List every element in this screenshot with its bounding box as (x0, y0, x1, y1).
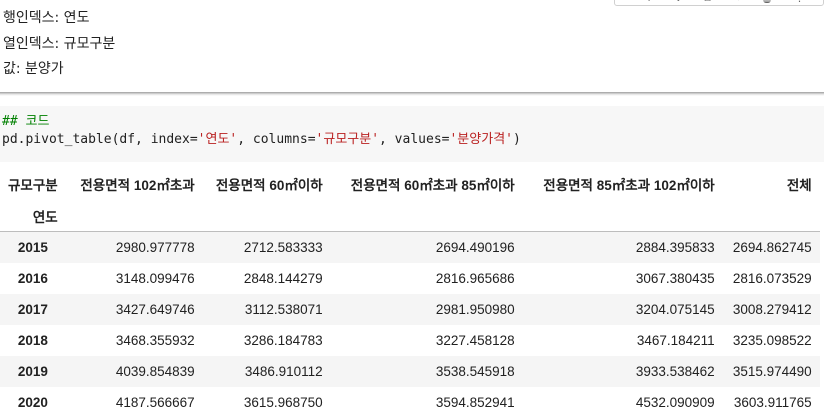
table-row: 2017 3427.649746 3112.538071 2981.950980 320… (0, 294, 820, 325)
row-index-year: 2017 (17, 302, 48, 317)
column-header: 전용면적 102㎡초과 (80, 178, 195, 193)
code-token: , columns= (237, 132, 316, 147)
table-cell: 2848.144279 (243, 271, 323, 286)
markdown-line: 행인덱스: 연도 (3, 10, 90, 26)
table-cell: 4039.854839 (115, 364, 195, 379)
code-token: pd.pivot_table(df, index= (2, 132, 198, 147)
table-cell: 3515.974490 (732, 364, 812, 379)
column-header-row: 규모구분 전용면적 102㎡초과 전용면적 60㎡이하 전용면적 60㎡초과 8… (0, 168, 820, 200)
markdown-line: 값: 분양가 (3, 61, 64, 77)
row-index-year: 2018 (17, 333, 48, 348)
code-token: , values= (379, 132, 450, 147)
table-cell: 3594.852941 (435, 395, 515, 410)
table-cell: 3112.538071 (244, 302, 323, 317)
table-cell: 2981.950980 (435, 302, 515, 317)
row-index-year: 2019 (17, 364, 48, 379)
code-string: '규모구분' (315, 132, 380, 147)
table-cell: 3204.075145 (635, 302, 715, 317)
table-cell: 2816.073529 (732, 271, 812, 286)
table-cell: 2694.490196 (330, 231, 523, 263)
index-name-label: 연도 (32, 209, 58, 225)
table-cell: 3235.098522 (732, 333, 812, 348)
code-cell[interactable]: ## 코드 pd.pivot_table(df, index='연도', col… (0, 106, 824, 162)
table-body: 2015 2980.977778 2712.583333 2694.490196 288… (0, 231, 820, 414)
table-cell: 3227.458128 (435, 333, 515, 348)
table-cell: 2980.977778 (65, 231, 203, 263)
table-cell: 4532.090909 (635, 395, 715, 410)
index-header-row: 연도 (0, 200, 820, 232)
table-cell: 3933.538462 (635, 364, 715, 379)
table-cell: 3148.099476 (115, 271, 195, 286)
table-cell: 4187.566667 (115, 395, 195, 410)
pivot-table: 규모구분 전용면적 102㎡초과 전용면적 60㎡이하 전용면적 60㎡초과 8… (0, 168, 820, 414)
table-cell: 2694.862745 (722, 231, 820, 263)
column-header: 전용면적 85㎡초과 102㎡이하 (543, 178, 715, 193)
table-cell: 3468.355932 (115, 333, 195, 348)
notebook-page: ↑ ↓ ⧉ ✎ 🗑 ⋮ 행인덱스: 연도 열인덱스: 규모구분 값: 분양가 #… (0, 0, 824, 414)
markdown-line: 열인덱스: 규모구분 (3, 36, 116, 52)
code-line: pd.pivot_table(df, index='연도', columns='… (2, 131, 521, 149)
row-index-year: 2016 (17, 271, 48, 286)
table-row: 2019 4039.854839 3486.910112 3538.545918 393… (0, 356, 820, 387)
markdown-cell[interactable]: 행인덱스: 연도 열인덱스: 규모구분 값: 분양가 (0, 0, 824, 92)
table-cell: 3008.279412 (732, 302, 812, 317)
table-cell: 3427.649746 (115, 302, 195, 317)
table-cell: 2712.583333 (202, 231, 331, 263)
table-row: 2016 3148.099476 2848.144279 2816.965686 306… (0, 263, 820, 294)
cell-divider (0, 92, 824, 96)
table-cell: 3467.184211 (636, 333, 715, 348)
table-cell: 3615.968750 (243, 395, 323, 410)
table-row: 2020 4187.566667 3615.968750 3594.852941 453… (0, 387, 820, 414)
code-string: '연도' (197, 132, 238, 147)
column-header: 전체 (786, 178, 812, 193)
table-cell: 2884.395833 (522, 231, 723, 263)
code-comment: ## 코드 (2, 114, 50, 129)
columns-name-label: 규모구분 (8, 178, 58, 193)
table-row: 2018 3468.355932 3286.184783 3227.458128 346… (0, 325, 820, 356)
table-cell: 3286.184783 (243, 333, 323, 348)
code-string: '분양가격' (449, 132, 513, 147)
output-area: 규모구분 전용면적 102㎡초과 전용면적 60㎡이하 전용면적 60㎡초과 8… (0, 168, 824, 414)
table-cell: 3538.545918 (435, 364, 515, 379)
table-row: 2015 2980.977778 2712.583333 2694.490196 288… (0, 231, 820, 263)
table-cell: 3603.911765 (733, 395, 812, 410)
table-cell: 2816.965686 (435, 271, 515, 286)
column-header: 전용면적 60㎡초과 85㎡이하 (350, 178, 515, 193)
row-index-year: 2020 (17, 395, 48, 410)
code-token: ) (512, 132, 521, 147)
row-index-year: 2015 (0, 231, 66, 263)
table-cell: 3486.910112 (244, 364, 323, 379)
table-cell: 3067.380435 (635, 271, 715, 286)
column-header: 전용면적 60㎡이하 (215, 178, 323, 193)
